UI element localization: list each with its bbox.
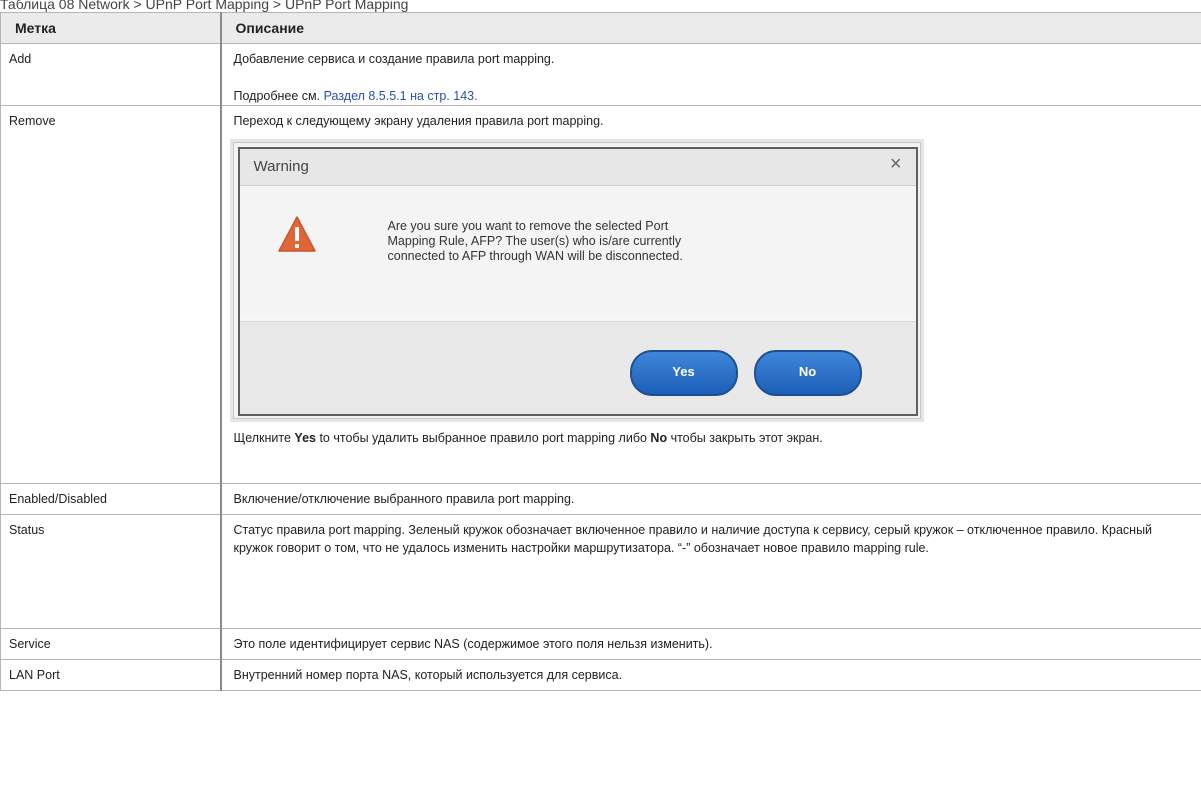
close-icon[interactable]: × [890,154,902,174]
yes-button[interactable]: Yes [629,350,738,396]
warning-dialog: Warning × Are you sure you want to remov… [237,147,918,416]
dialog-body: Are you sure you want to remove the sele… [239,186,916,318]
dialog-title: Warning [253,158,309,175]
no-button[interactable]: No [753,350,862,396]
section-link[interactable]: Раздел 8.5.5.1 на стр. 143. [324,89,478,103]
instr-mid: to чтобы удалить выбранное правило port … [315,431,651,445]
description-table: Метка Описание Add Добавление сервиса и … [0,12,1201,691]
add-see-also: Подробнее см. Раздел 8.5.5.1 на стр. 143… [234,87,1201,105]
table-row: LAN Port Внутренний номер порта NAS, кот… [0,659,1201,691]
header-label: Метка [0,12,222,44]
table-row: Remove Переход к следующему экрану удале… [0,105,1201,484]
remove-instructions: Щелкните Yes to чтобы удалить выбранное … [234,429,1201,447]
row-label-add: Add [0,43,222,106]
warning-icon [277,216,316,252]
row-label-enabled: Enabled/Disabled [0,483,222,515]
row-desc-enabled: Включение/отключение выбранного правила … [220,483,1201,515]
add-description: Добавление сервиса и создание правила po… [233,52,555,66]
instr-yes: Yes [294,431,316,445]
table-caption: Таблица 08 Network > UPnP Port Mapping >… [0,0,409,12]
row-desc-add: Добавление сервиса и создание правила po… [220,43,1201,106]
row-desc-service: Это поле идентифицирует сервис NAS (соде… [220,628,1201,660]
instr-pre: Щелкните [233,431,295,445]
row-desc-lanport: Внутренний номер порта NAS, который испо… [220,659,1201,691]
header-description: Описание [220,12,1201,44]
table-row: Service Это поле идентифицирует сервис N… [0,628,1201,660]
row-desc-status: Статус правила port mapping. Зеленый кру… [220,514,1201,629]
table-row: Add Добавление сервиса и создание правил… [0,43,1201,106]
row-label-status: Status [0,514,222,629]
row-desc-remove: Переход к следующему экрану удаления пра… [220,105,1201,484]
dialog-footer: Yes No [239,321,916,414]
row-label-remove: Remove [0,105,222,484]
table-row: Status Статус правила port mapping. Зеле… [0,514,1201,629]
table-header-row: Метка Описание [0,12,1201,44]
row-label-service: Service [0,628,222,660]
see-prefix: Подробнее см. [233,89,324,103]
dialog-titlebar: Warning × [239,149,916,186]
instr-no: No [650,431,668,445]
instr-post: чтобы закрыть этот экран. [667,431,823,445]
row-label-lanport: LAN Port [0,659,222,691]
warning-dialog-screenshot: Warning × Are you sure you want to remov… [232,142,921,419]
table-row: Enabled/Disabled Включение/отключение вы… [0,483,1201,515]
remove-description: Переход к следующему экрану удаления пра… [233,114,604,128]
dialog-message: Are you sure you want to remove the sele… [387,219,683,263]
